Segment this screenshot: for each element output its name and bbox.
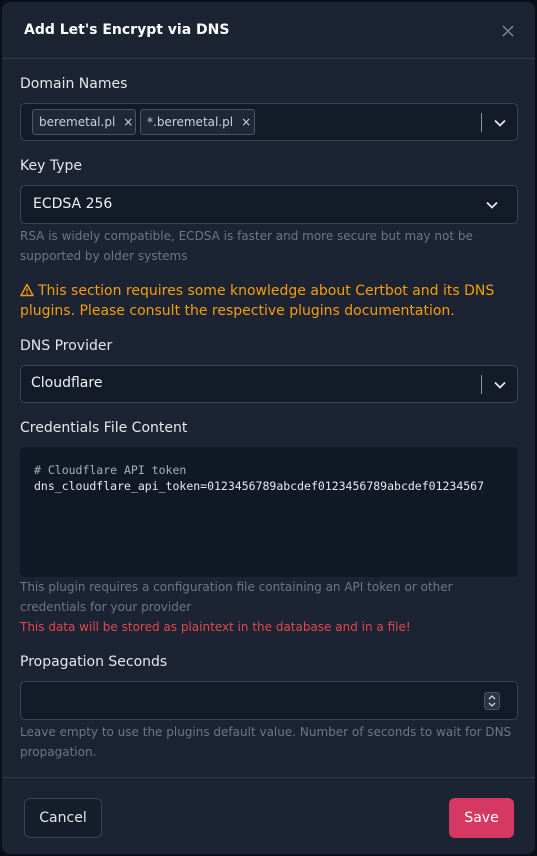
domain-names-label: Domain Names	[20, 76, 128, 92]
key-type-value: ECDSA 256	[33, 196, 113, 212]
credentials-comment-line: # Cloudflare API token	[34, 463, 187, 477]
domain-names-field[interactable]: beremetal.pl × *.beremetal.pl ×	[20, 103, 518, 141]
close-icon[interactable]	[501, 24, 515, 38]
domain-chip: beremetal.pl ×	[32, 109, 136, 135]
modal-header: Add Let's Encrypt via DNS	[2, 2, 535, 59]
dns-warning-text: This section requires some knowledge abo…	[20, 283, 495, 319]
modal-footer: Cancel Save	[2, 777, 535, 854]
dropdown-separator	[481, 113, 482, 132]
propagation-help: Leave empty to use the plugins default v…	[20, 725, 512, 759]
dropdown-separator	[481, 375, 482, 394]
domain-chip: *.beremetal.pl ×	[140, 109, 255, 135]
credentials-token-line: dns_cloudflare_api_token=0123456789abcde…	[34, 479, 485, 493]
chevron-down-icon[interactable]	[494, 381, 506, 389]
modal-dialog: Add Let's Encrypt via DNS Domain Names b…	[2, 2, 535, 854]
chevron-down-icon[interactable]	[486, 201, 498, 209]
warning-triangle-icon	[20, 283, 34, 297]
credentials-label: Credentials File Content	[20, 420, 188, 436]
domain-chip-label: *.beremetal.pl	[147, 115, 234, 129]
dns-provider-value: Cloudflare	[31, 375, 103, 391]
remove-chip-icon[interactable]: ×	[241, 115, 251, 129]
chevron-down-icon[interactable]	[494, 119, 506, 127]
key-type-help: RSA is widely compatible, ECDSA is faste…	[20, 229, 473, 263]
remove-chip-icon[interactable]: ×	[123, 115, 133, 129]
dns-warning: This section requires some knowledge abo…	[20, 281, 510, 321]
dns-provider-select[interactable]: Cloudflare	[20, 365, 518, 403]
number-stepper-icon[interactable]	[484, 692, 500, 710]
key-type-select[interactable]: ECDSA 256	[20, 185, 518, 224]
modal-title: Add Let's Encrypt via DNS	[24, 22, 230, 38]
credentials-plaintext-warning: This data will be stored as plaintext in…	[20, 620, 411, 634]
cancel-button[interactable]: Cancel	[24, 798, 102, 838]
credentials-help: This plugin requires a configuration fil…	[20, 580, 453, 614]
propagation-label: Propagation Seconds	[20, 654, 168, 670]
credentials-editor[interactable]: # Cloudflare API token dns_cloudflare_ap…	[20, 447, 518, 577]
save-button[interactable]: Save	[449, 798, 514, 838]
key-type-label: Key Type	[20, 158, 82, 174]
dns-provider-label: DNS Provider	[20, 338, 113, 354]
domain-chip-label: beremetal.pl	[39, 115, 116, 129]
propagation-seconds-input[interactable]	[20, 681, 518, 720]
